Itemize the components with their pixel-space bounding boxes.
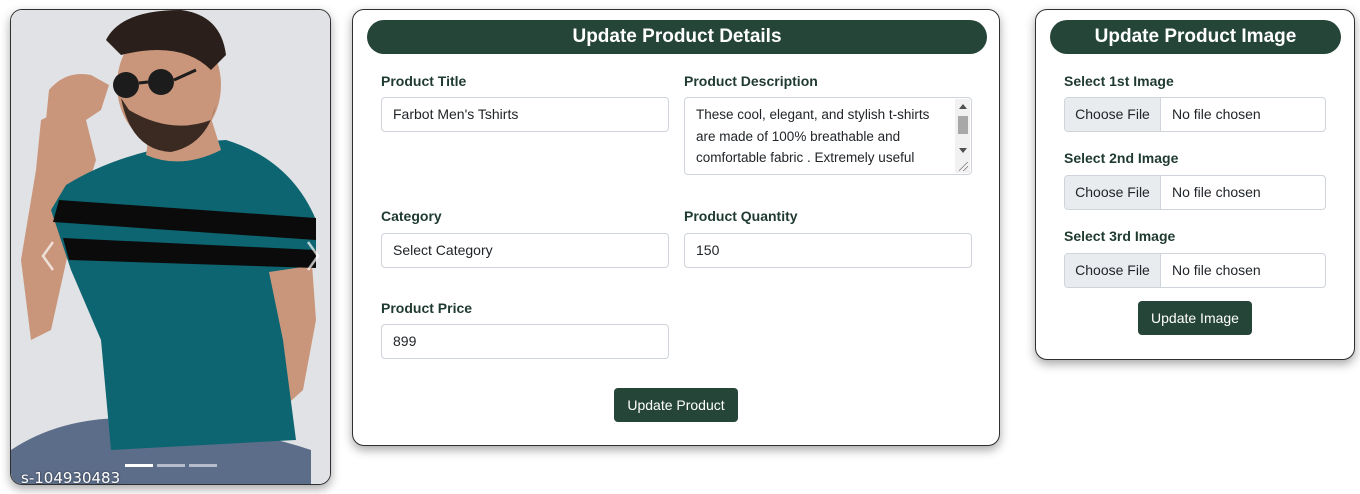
chevron-right-icon bbox=[306, 241, 320, 271]
product-description-text: These cool, elegant, and stylish t-shirt… bbox=[696, 107, 930, 165]
product-quantity-input[interactable]: 150 bbox=[684, 233, 972, 268]
category-label: Category bbox=[381, 208, 442, 224]
scroll-thumb[interactable] bbox=[958, 116, 968, 134]
image-header: Update Product Image bbox=[1050, 20, 1341, 54]
file-status: No file chosen bbox=[1172, 184, 1261, 200]
update-product-details-card: Update Product Details Product Title Far… bbox=[352, 9, 1000, 446]
image-2-file-input[interactable]: Choose File No file chosen bbox=[1064, 175, 1326, 210]
choose-file-button[interactable]: Choose File bbox=[1065, 98, 1161, 131]
update-image-button[interactable]: Update Image bbox=[1138, 301, 1252, 335]
product-title-input[interactable]: Farbot Men's Tshirts bbox=[381, 97, 669, 132]
carousel-next-button[interactable] bbox=[303, 238, 323, 274]
chevron-left-icon bbox=[41, 241, 55, 271]
update-product-button[interactable]: Update Product bbox=[614, 388, 738, 422]
resize-grip-icon[interactable] bbox=[959, 162, 968, 171]
image-2-label: Select 2nd Image bbox=[1064, 150, 1179, 166]
product-photo bbox=[11, 10, 330, 484]
file-status: No file chosen bbox=[1172, 106, 1261, 122]
image-3-label: Select 3rd Image bbox=[1064, 228, 1176, 244]
product-description-label: Product Description bbox=[684, 73, 818, 89]
product-image-carousel: s-104930483 bbox=[10, 9, 331, 485]
image-1-label: Select 1st Image bbox=[1064, 73, 1174, 89]
file-status: No file chosen bbox=[1172, 262, 1261, 278]
carousel-indicator[interactable] bbox=[125, 464, 153, 467]
choose-file-button[interactable]: Choose File bbox=[1065, 176, 1161, 209]
image-3-file-input[interactable]: Choose File No file chosen bbox=[1064, 253, 1326, 288]
product-price-label: Product Price bbox=[381, 300, 473, 316]
update-product-image-card: Update Product Image Select 1st Image Ch… bbox=[1035, 9, 1355, 360]
carousel-prev-button[interactable] bbox=[38, 238, 58, 274]
details-header: Update Product Details bbox=[367, 20, 987, 54]
product-quantity-label: Product Quantity bbox=[684, 208, 798, 224]
category-select[interactable]: Select Category bbox=[381, 233, 669, 268]
product-description-textarea[interactable]: These cool, elegant, and stylish t-shirt… bbox=[684, 97, 972, 175]
scroll-up-icon[interactable] bbox=[959, 104, 967, 109]
product-price-input[interactable]: 899 bbox=[381, 324, 669, 359]
scroll-down-icon[interactable] bbox=[959, 148, 967, 153]
product-title-label: Product Title bbox=[381, 73, 467, 89]
carousel-indicator[interactable] bbox=[157, 464, 185, 467]
carousel-indicator[interactable] bbox=[189, 464, 217, 467]
carousel-indicators bbox=[125, 464, 217, 467]
choose-file-button[interactable]: Choose File bbox=[1065, 254, 1161, 287]
image-1-file-input[interactable]: Choose File No file chosen bbox=[1064, 97, 1326, 132]
image-watermark: s-104930483 bbox=[21, 469, 121, 485]
